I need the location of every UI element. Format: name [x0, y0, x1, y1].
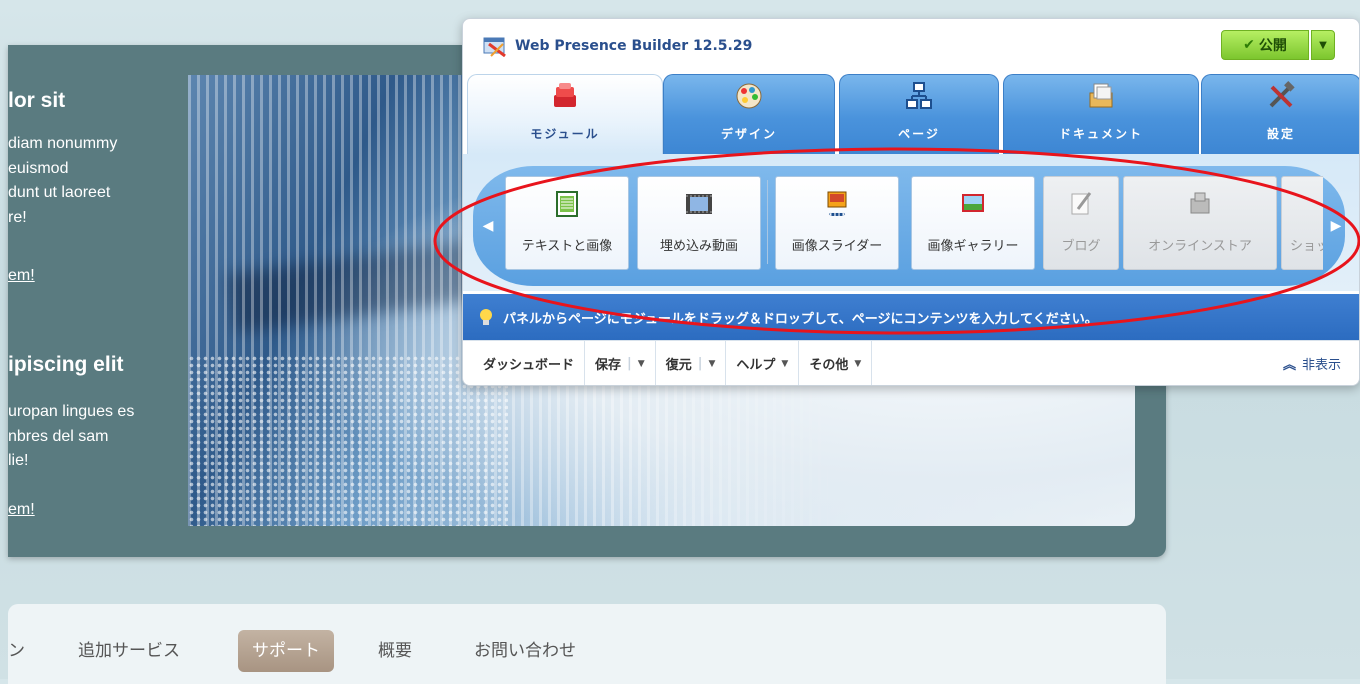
module-blog[interactable]: ブログ: [1043, 176, 1119, 270]
module-label: 画像スライダー: [791, 239, 883, 254]
tab-pages[interactable]: ページ: [839, 74, 999, 154]
chevron-down-icon[interactable]: ▼: [638, 359, 645, 369]
chevron-down-icon: ▼: [854, 358, 862, 369]
nav-item-services[interactable]: 追加サービス: [78, 630, 180, 672]
text-image-icon: [552, 189, 582, 219]
chevron-down-icon[interactable]: ▼: [708, 359, 715, 369]
publish-dropdown-button[interactable]: ▼: [1311, 30, 1335, 60]
tab-label: デザイン: [720, 127, 777, 141]
modules-list: テキストと画像 埋め込み動画 ‹▪▪▪› 画像スライダー 画像ギャラリー ブログ…: [505, 176, 1323, 276]
scroll-left-button[interactable]: ◀: [477, 196, 499, 256]
site-navigation: ン 追加サービス サポート 概要 お問い合わせ: [8, 604, 1166, 684]
blog-icon: [1066, 189, 1096, 219]
module-embedded-video[interactable]: 埋め込み動画: [637, 176, 761, 270]
builder-title: Web Presence Builder 12.5.29: [515, 38, 753, 54]
sitemap-icon: [904, 81, 934, 111]
read-more-link[interactable]: em!: [8, 501, 35, 519]
publish-label: 公開: [1258, 38, 1287, 54]
hint-text: パネルからページにモジュールをドラッグ＆ドロップして、ページにコンテンツを入力し…: [503, 311, 1098, 327]
tab-label: モジュール: [530, 127, 600, 141]
publish-button[interactable]: ✔ 公開: [1221, 30, 1309, 60]
builder-panel: Web Presence Builder 12.5.29 ✔ 公開 ▼ モジュー…: [462, 18, 1360, 386]
tools-icon: [1266, 81, 1296, 111]
dashboard-button[interactable]: ダッシュボード: [463, 341, 586, 385]
online-store-icon: [1185, 189, 1215, 219]
nav-item[interactable]: ン: [8, 630, 25, 672]
read-more-link[interactable]: em!: [8, 267, 35, 285]
publish-control: ✔ 公開 ▼: [1221, 30, 1335, 60]
modules-icon: [550, 81, 580, 111]
other-menu[interactable]: その他 ▼: [799, 341, 873, 385]
article-text: uropan lingues es nbres del sam lie!: [8, 403, 135, 469]
module-image-gallery[interactable]: 画像ギャラリー: [911, 176, 1035, 270]
other-label: その他: [809, 358, 849, 373]
tab-label: ページ: [898, 127, 940, 141]
help-menu[interactable]: ヘルプ ▼: [726, 341, 800, 385]
module-shopping[interactable]: ショッピ: [1281, 176, 1323, 270]
nav-item-contact[interactable]: お問い合わせ: [474, 630, 576, 672]
module-image-slider[interactable]: ‹▪▪▪› 画像スライダー: [775, 176, 899, 270]
documents-icon: [1086, 81, 1116, 111]
hide-panel-button[interactable]: ︽ 非表示: [1282, 341, 1341, 385]
dashboard-label: ダッシュボード: [483, 358, 575, 373]
module-label: ブログ: [1061, 239, 1101, 254]
article-text: diam nonummy euismod dunt ut laoreet re!: [8, 135, 118, 226]
help-label: ヘルプ: [736, 358, 776, 373]
svg-text:‹▪▪▪›: ‹▪▪▪›: [829, 211, 846, 218]
article-heading: lor sit: [8, 89, 66, 112]
image-gallery-icon: [958, 189, 988, 219]
site-sidebar-text: lor sit diam nonummy euismod dunt ut lao…: [8, 45, 188, 557]
scroll-right-button[interactable]: ▶: [1325, 196, 1347, 256]
tab-label: ドキュメント: [1058, 127, 1143, 141]
chevron-down-icon: ▼: [781, 358, 789, 369]
lightbulb-icon: [479, 308, 493, 326]
palette-icon: [734, 81, 764, 111]
module-online-store[interactable]: オンラインストア: [1123, 176, 1277, 270]
image-slider-icon: ‹▪▪▪›: [822, 189, 852, 219]
restore-label: 復元: [665, 358, 692, 373]
module-label: オンラインストア: [1148, 239, 1252, 254]
video-icon: [684, 189, 714, 219]
module-text-image[interactable]: テキストと画像: [505, 176, 629, 270]
divider: [767, 180, 768, 264]
module-label: ショッピ: [1289, 239, 1323, 254]
modules-panel: ◀ テキストと画像 埋め込み動画 ‹▪▪▪› 画像スライダー 画像ギャラリー ブ…: [463, 154, 1359, 291]
tab-documents[interactable]: ドキュメント: [1003, 74, 1199, 154]
hint-bar: パネルからページにモジュールをドラッグ＆ドロップして、ページにコンテンツを入力し…: [463, 294, 1359, 340]
chevron-down-icon: ▼: [1319, 39, 1327, 51]
chevron-right-icon: ▶: [1330, 218, 1342, 234]
modules-carousel: ◀ テキストと画像 埋め込み動画 ‹▪▪▪› 画像スライダー 画像ギャラリー ブ…: [473, 166, 1345, 286]
builder-toolbar: ダッシュボード 保存 | ▼ 復元 | ▼ ヘルプ ▼ その他 ▼ ︽ 非表示: [463, 340, 1359, 385]
nav-item-support[interactable]: サポート: [238, 630, 334, 672]
tab-modules[interactable]: モジュール: [467, 74, 663, 154]
chevron-left-icon: ◀: [482, 218, 494, 234]
restore-button[interactable]: 復元 | ▼: [656, 341, 727, 385]
builder-title-bar: Web Presence Builder 12.5.29: [483, 35, 753, 58]
save-label: 保存: [595, 358, 622, 373]
module-label: 画像ギャラリー: [927, 239, 1019, 254]
builder-tabs: モジュール デザイン ページ ドキュメント 設定: [463, 74, 1359, 154]
save-button[interactable]: 保存 | ▼: [585, 341, 656, 385]
tab-settings[interactable]: 設定: [1201, 74, 1359, 154]
double-chevron-up-icon: ︽: [1282, 358, 1296, 373]
module-label: テキストと画像: [521, 239, 613, 254]
checkmark-icon: ✔: [1243, 37, 1255, 53]
hide-label: 非表示: [1301, 358, 1341, 373]
tab-label: 設定: [1266, 127, 1295, 141]
tab-design[interactable]: デザイン: [663, 74, 835, 154]
module-label: 埋め込み動画: [659, 239, 738, 254]
nav-item-about[interactable]: 概要: [378, 630, 412, 672]
article-heading: ipiscing elit: [8, 353, 124, 376]
builder-logo-icon: [483, 35, 507, 58]
